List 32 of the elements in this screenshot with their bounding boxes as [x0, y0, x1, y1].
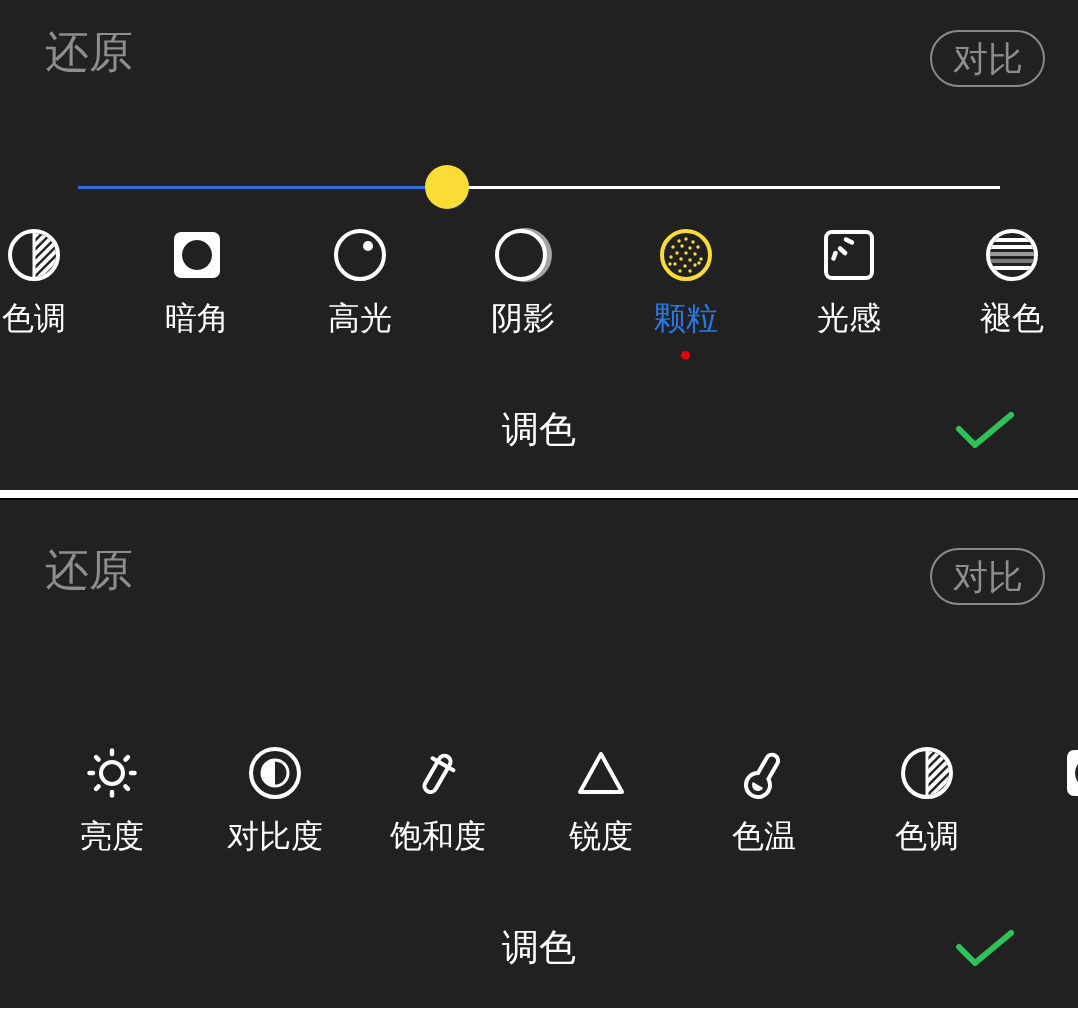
shadowed-ring-icon [493, 228, 552, 282]
tool-button[interactable]: 锐度 [568, 746, 633, 856]
sun-icon [84, 746, 139, 800]
panel-title: 调色 [502, 925, 576, 971]
slider-thumb[interactable] [424, 165, 469, 209]
tool-button[interactable]: 光感 [816, 228, 881, 338]
tool-button[interactable]: 阴影 [490, 228, 555, 338]
half-filled-circle-icon [247, 746, 302, 800]
tool-button[interactable]: 高光 [327, 228, 392, 338]
compare-button[interactable]: 对比 [930, 30, 1045, 87]
tool-button[interactable]: 色调 [894, 746, 959, 856]
tool-button[interactable]: 色温 [731, 746, 796, 856]
tool-button[interactable]: 褪色 [979, 228, 1044, 338]
panel-title: 调色 [502, 407, 576, 453]
check-icon[interactable] [955, 928, 1015, 968]
check-icon[interactable] [955, 410, 1015, 450]
tool-button[interactable]: 色调 [1, 228, 66, 338]
reset-button[interactable]: 还原 [45, 28, 133, 76]
tool-button[interactable]: 饱和度 [389, 746, 486, 856]
tool-button[interactable]: 暗角 [164, 228, 229, 338]
reset-button[interactable]: 还原 [45, 546, 133, 594]
square-dashes-icon [823, 230, 874, 280]
hatched-circle-icon [6, 228, 61, 282]
ring-dot-icon [332, 228, 387, 282]
dotted-circle-icon [658, 228, 713, 282]
tool-button[interactable]: 亮度 [79, 746, 144, 856]
hatched-circle-icon [899, 746, 954, 800]
striped-circle-icon [984, 228, 1039, 282]
triangle-icon [575, 750, 626, 796]
tool-button[interactable]: 对比度 [226, 746, 323, 856]
compare-button[interactable]: 对比 [930, 548, 1045, 605]
tool-button[interactable]: 颗粒 [653, 228, 718, 338]
